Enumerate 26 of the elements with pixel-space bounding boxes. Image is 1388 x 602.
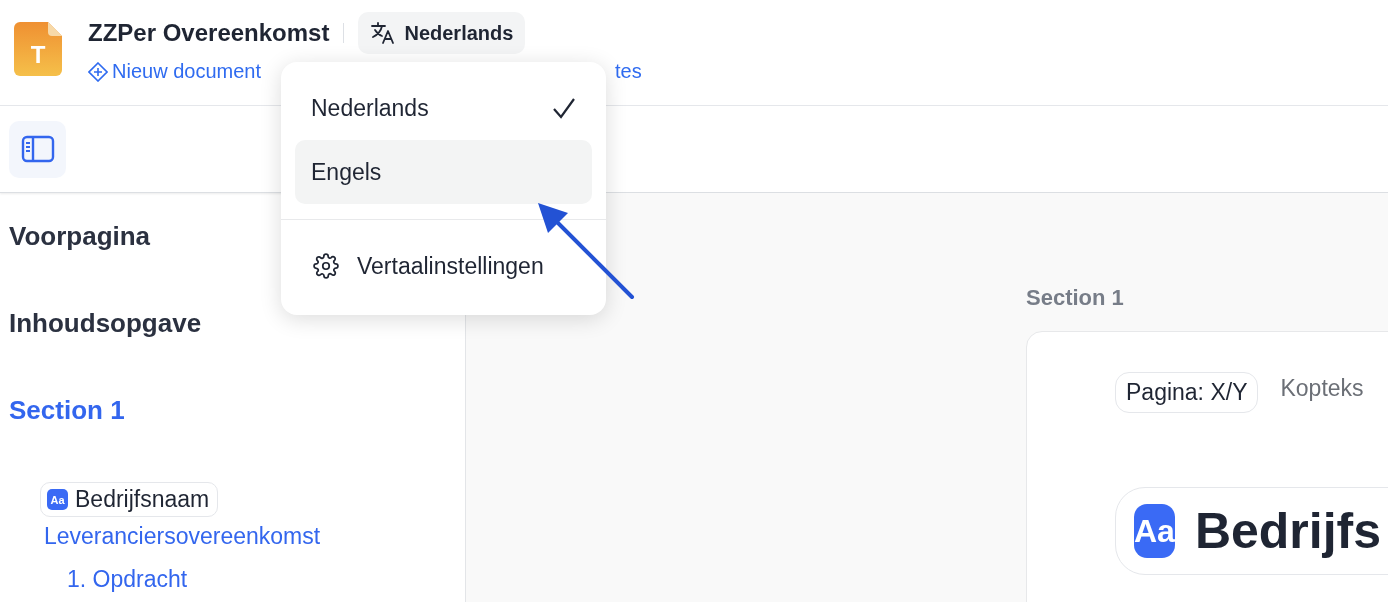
text-field-icon: Aa (47, 489, 68, 510)
section-label: Section 1 (1026, 285, 1124, 311)
document-title: ZZPer Overeenkomst (88, 19, 330, 47)
field-chip[interactable]: Aa Bedrijfsnaam (40, 482, 219, 517)
language-button[interactable]: Nederlands (358, 12, 526, 54)
menu-item[interactable]: Engels (295, 140, 592, 204)
settings-icon (313, 253, 339, 279)
page-number-chip[interactable]: Pagina: X/Y (1115, 372, 1259, 413)
document-icon: T (14, 22, 62, 76)
sidebar-heading[interactable]: Section 1 (9, 395, 125, 426)
sidebar-icon (20, 135, 55, 163)
header-text: Kopteks (1280, 375, 1364, 402)
field-chip[interactable]: Aa Bedrijfs (1115, 487, 1388, 575)
menu-item[interactable]: Nederlands (295, 76, 592, 140)
translation-settings-item[interactable]: Vertaalinstellingen (295, 234, 592, 298)
link-fragment[interactable]: tes (614, 60, 642, 83)
sidebar-toggle-button[interactable] (9, 120, 66, 178)
new-document-link[interactable]: Nieuw document (88, 60, 261, 83)
sidebar-heading[interactable]: Inhoudsopgave (9, 308, 202, 339)
text-field-icon: Aa (1134, 504, 1175, 558)
sidebar-heading[interactable]: Voorpagina (9, 221, 151, 252)
outline-link[interactable]: 1. Opdracht (67, 566, 188, 593)
check-icon (552, 97, 576, 119)
translate-icon (370, 21, 397, 45)
outline-link[interactable]: Leveranciersovereenkomst (44, 523, 321, 550)
add-diamond-icon (88, 61, 108, 82)
